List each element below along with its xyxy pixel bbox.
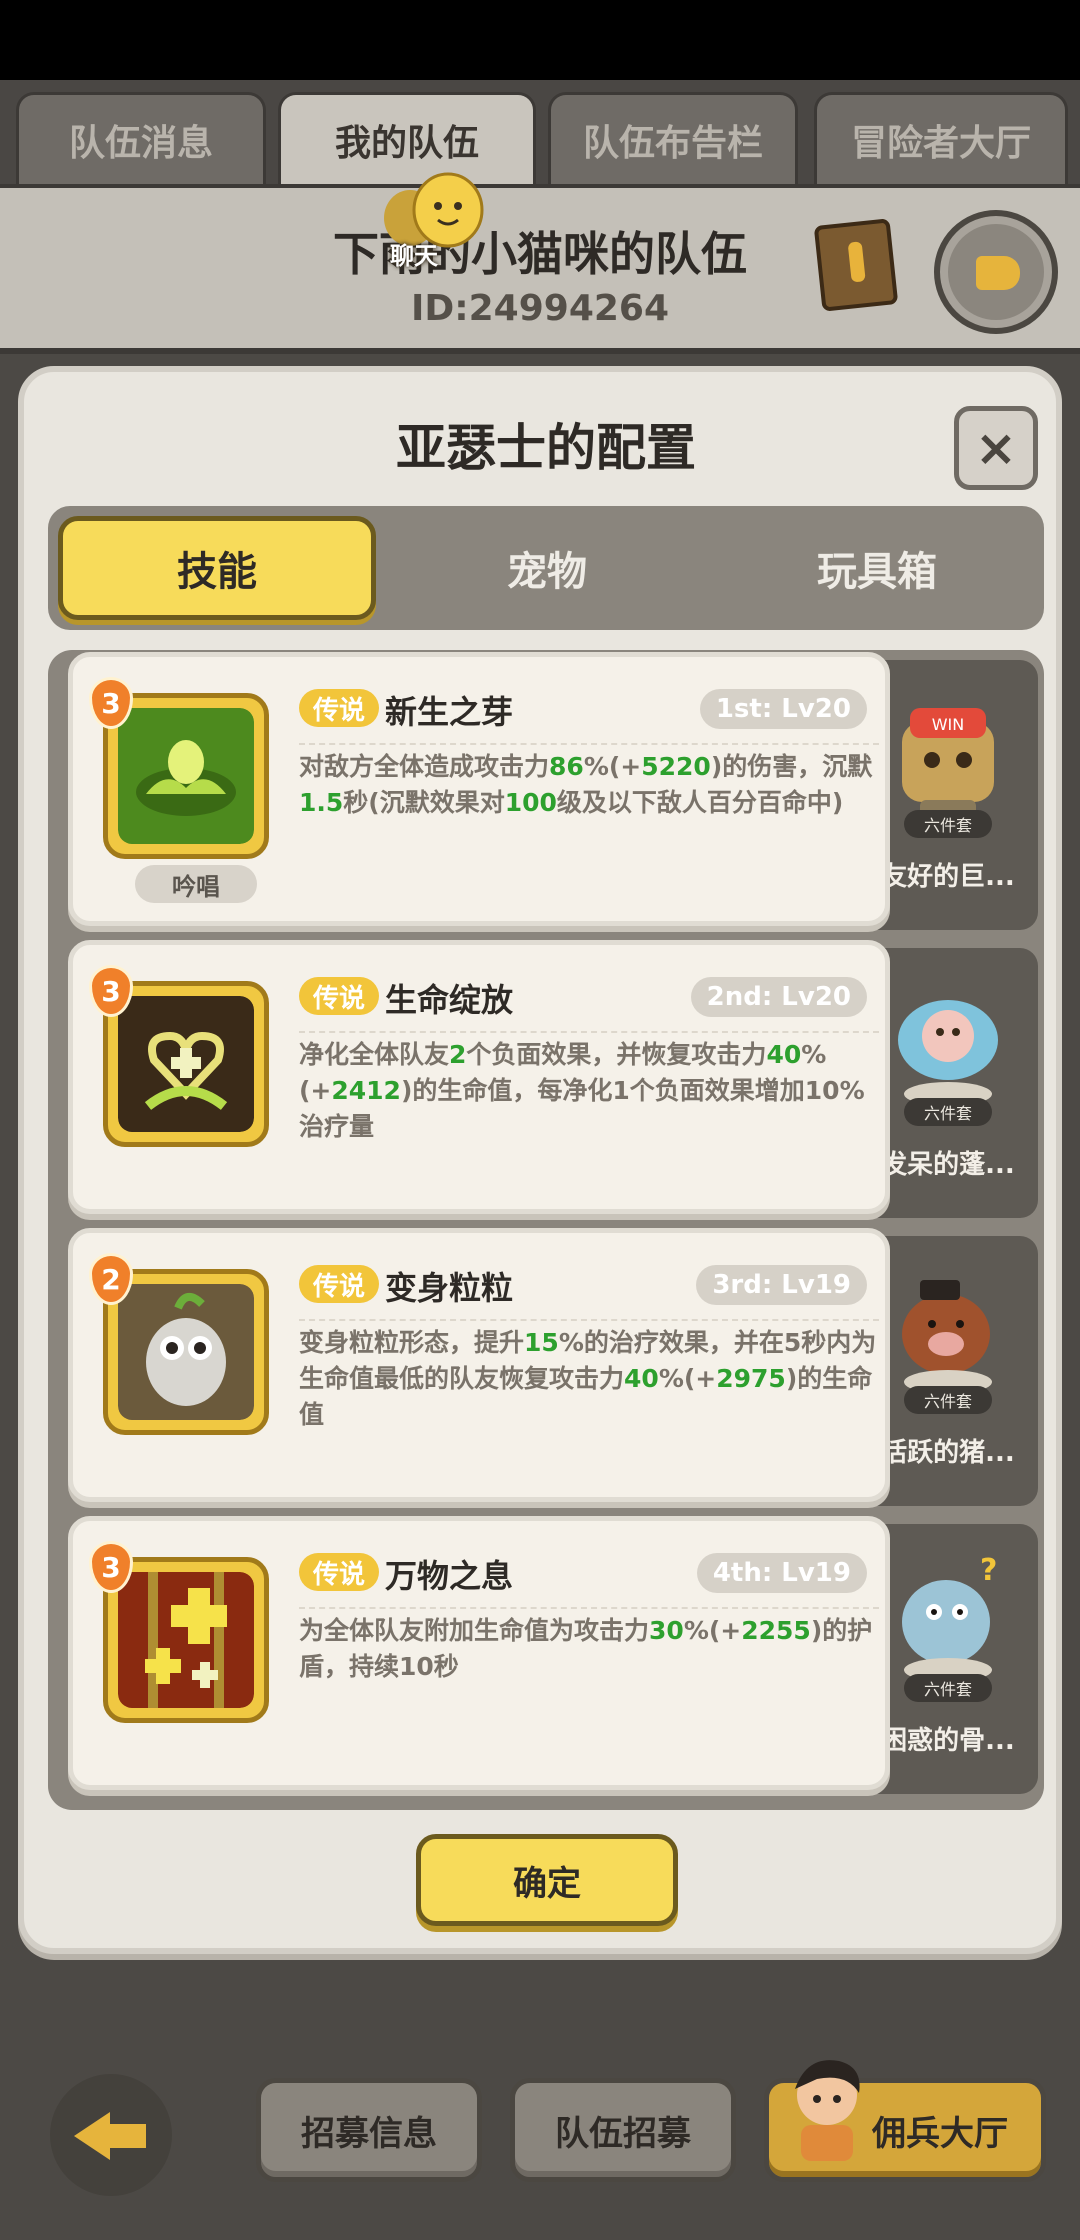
desc-text: 对敌方全体造成攻击力 xyxy=(299,752,550,781)
chat-label[interactable]: 聊天 xyxy=(390,236,438,271)
tab-pets[interactable]: 宠物 xyxy=(388,516,706,620)
owl-art xyxy=(118,1284,254,1420)
modal-title: 亚瑟士的配置 xyxy=(396,419,696,477)
skill-name: 生命绽放 xyxy=(385,981,514,1019)
skill-list: WIN 六件套 友好的巨... 六件套 发呆的蓬... 六件套 活跃的猪... … xyxy=(48,650,1044,1810)
desc-text: )的伤害，沉默 xyxy=(710,752,873,781)
back-arrow-icon xyxy=(74,2112,110,2160)
desc-text: 级及以下敌人百分百命中) xyxy=(556,788,844,817)
close-button[interactable]: × xyxy=(954,406,1038,490)
highlight-value: 2255 xyxy=(741,1616,811,1645)
pet-set-badge: 六件套 xyxy=(904,810,992,838)
skill-name: 万物之息 xyxy=(385,1557,514,1595)
skill-card-3[interactable]: 2 传说 变身粒粒 3rd: Lv19 变身粒粒形态，提升15%的治疗效果，并在… xyxy=(68,1228,890,1502)
rarity-badge: 传说 xyxy=(299,1265,380,1303)
tab-my-team[interactable]: 我的队伍 xyxy=(278,92,536,184)
svg-text:?: ? xyxy=(980,1553,997,1588)
highlight-value: 30 xyxy=(649,1616,684,1645)
rarity-badge: 传说 xyxy=(299,977,380,1015)
team-header: 下雨的小猫咪的队伍 ID:24994264 xyxy=(0,184,1080,354)
skill-slot-level: 1st: Lv20 xyxy=(699,689,867,729)
skill-slot-level: 2nd: Lv20 xyxy=(690,977,867,1017)
desc-text: 变身粒粒形态，提升 xyxy=(299,1328,525,1357)
highlight-value: 5220 xyxy=(641,752,711,781)
desc-text: %(+ xyxy=(658,1364,717,1393)
exit-team-button[interactable] xyxy=(934,210,1058,334)
team-header-panel: 下雨的小猫咪的队伍 ID:24994264 xyxy=(0,188,1080,348)
config-tabs: 技能 宠物 玩具箱 xyxy=(48,506,1044,630)
heart-flower-icon xyxy=(103,981,269,1147)
skill-name: 新生之芽 xyxy=(385,693,514,731)
confirm-button[interactable]: 确定 xyxy=(416,1834,678,1926)
healing-cross-icon xyxy=(103,1557,269,1723)
mercenary-hall-label: 佣兵大厅 xyxy=(872,2113,1008,2154)
team-recruit-button[interactable]: 队伍招募 xyxy=(510,2078,736,2182)
highlight-value: 40 xyxy=(766,1040,802,1069)
recruit-info-button[interactable]: 招募信息 xyxy=(256,2078,482,2182)
desc-text: 秒(沉默效果对 xyxy=(343,788,505,817)
tab-team-bulletin[interactable]: 队伍布告栏 xyxy=(548,92,798,184)
svg-text:WIN: WIN xyxy=(932,715,965,734)
status-bar xyxy=(0,0,1080,80)
rarity-badge: 传说 xyxy=(299,689,380,727)
pet-set-badge: 六件套 xyxy=(904,1098,992,1126)
highlight-value: 1.5 xyxy=(299,788,344,817)
highlight-value: 40 xyxy=(624,1364,659,1393)
skill-card-4[interactable]: 3 传说 万物之息 4th: Lv19 为全体队友附加生命值为攻击力30%(+2… xyxy=(68,1516,890,1790)
sprout-art xyxy=(118,708,254,844)
tab-adventurer-hall[interactable]: 冒险者大厅 xyxy=(814,92,1068,184)
skill-slot-level: 3rd: Lv19 xyxy=(696,1265,867,1305)
team-id: ID:24994264 xyxy=(410,288,670,329)
highlight-value: 2 xyxy=(449,1040,467,1069)
config-modal: 亚瑟士的配置 × 技能 宠物 玩具箱 WIN 六件套 友好的巨... 六件套 发… xyxy=(18,366,1062,1954)
tab-team-messages[interactable]: 队伍消息 xyxy=(16,92,266,184)
caveman-icon xyxy=(795,2060,860,2161)
skill-slot-level: 4th: Lv19 xyxy=(696,1553,867,1593)
back-button[interactable] xyxy=(50,2074,172,2196)
skill-description: 净化全体队友2个负面效果，并恢复攻击力40%(+2412)的生命值，每净化1个负… xyxy=(299,1037,889,1145)
owl-icon xyxy=(103,1269,269,1435)
divider xyxy=(299,1319,879,1321)
highlight-value: 2975 xyxy=(716,1364,786,1393)
rarity-badge: 传说 xyxy=(299,1553,380,1591)
desc-text: %(+ xyxy=(683,1616,742,1645)
skill-card-1[interactable]: 3 吟唱 传说 新生之芽 1st: Lv20 对敌方全体造成攻击力86%(+52… xyxy=(68,652,890,926)
chant-badge: 吟唱 xyxy=(135,865,257,903)
desc-text: %(+ xyxy=(583,752,642,781)
healing-cross-art xyxy=(118,1572,254,1708)
sprout-icon xyxy=(103,693,269,859)
pet-set-badge: 六件套 xyxy=(904,1674,992,1702)
mercenary-hall-button[interactable]: 佣兵大厅 xyxy=(764,2060,1046,2182)
desc-text: 个负面效果，并恢复攻击力 xyxy=(466,1040,767,1069)
tab-skills[interactable]: 技能 xyxy=(58,516,376,620)
skill-description: 为全体队友附加生命值为攻击力30%(+2255)的护盾，持续10秒 xyxy=(299,1613,889,1685)
divider xyxy=(299,743,879,745)
highlight-value: 100 xyxy=(504,788,557,817)
divider xyxy=(299,1607,879,1609)
skill-card-2[interactable]: 3 传说 生命绽放 2nd: Lv20 净化全体队友2个负面效果，并恢复攻击力4… xyxy=(68,940,890,1214)
tab-toybox[interactable]: 玩具箱 xyxy=(718,516,1036,620)
divider xyxy=(299,1031,879,1033)
team-name: 下雨的小猫咪的队伍 xyxy=(333,227,747,281)
highlight-value: 2412 xyxy=(331,1076,401,1105)
desc-text: 净化全体队友 xyxy=(299,1040,450,1069)
desc-text: 为全体队友附加生命值为攻击力 xyxy=(299,1616,650,1645)
skill-name: 变身粒粒 xyxy=(385,1269,514,1307)
highlight-value: 86 xyxy=(549,752,584,781)
heart-flower-art xyxy=(118,996,254,1132)
skill-description: 变身粒粒形态，提升15%的治疗效果，并在5秒内为生命值最低的队友恢复攻击力40%… xyxy=(299,1325,889,1433)
pet-set-badge: 六件套 xyxy=(904,1386,992,1414)
highlight-value: 15 xyxy=(524,1328,559,1357)
notice-scroll-icon[interactable] xyxy=(813,218,899,312)
skill-description: 对敌方全体造成攻击力86%(+5220)的伤害，沉默 1.5秒(沉默效果对100级… xyxy=(299,749,889,821)
